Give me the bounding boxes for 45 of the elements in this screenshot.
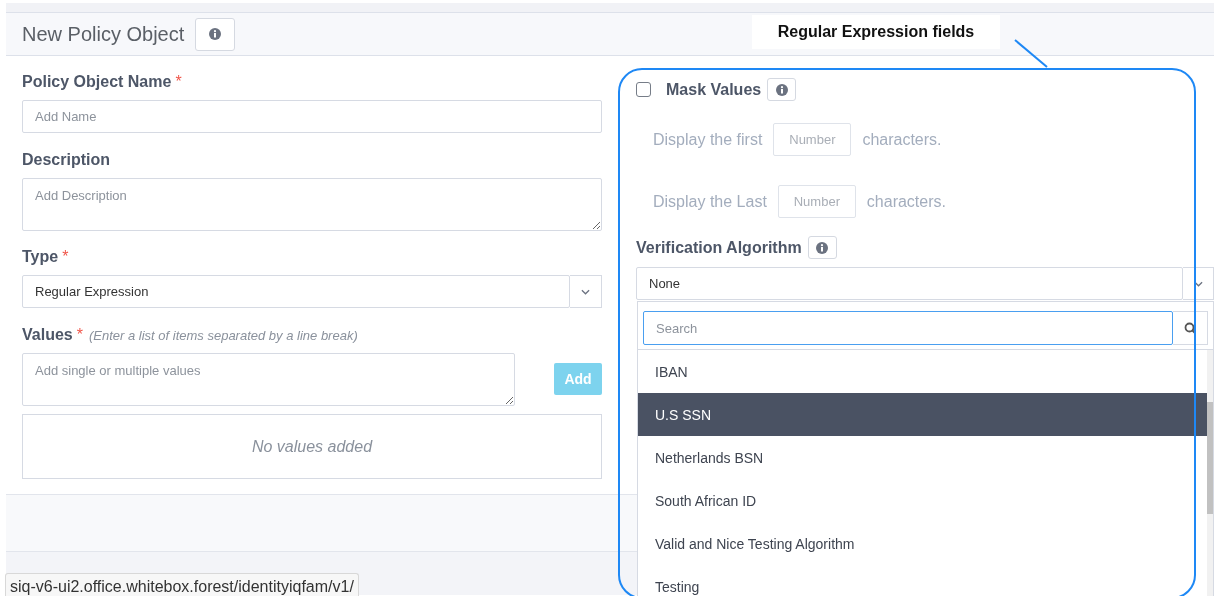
field-label: characters. (862, 130, 942, 149)
dropdown-option[interactable]: Testing (638, 565, 1207, 596)
caret-icon (1193, 280, 1203, 287)
mask-checkbox[interactable] (636, 82, 651, 97)
dropdown-option[interactable]: South African ID (638, 479, 1207, 522)
status-url: siq-v6-ui2.office.whitebox.forest/identityiqfam/v1/ (5, 573, 359, 596)
algorithm-select[interactable]: None (636, 267, 1183, 300)
field-label: Type (22, 248, 59, 266)
info-icon (775, 83, 788, 96)
caret-icon (581, 288, 590, 295)
required-mark: * (175, 73, 182, 91)
page-title: New Policy Object (22, 22, 185, 46)
field-label: Policy Object Name (22, 73, 172, 91)
values-input[interactable]: Add single or multiple values (22, 353, 515, 406)
annotation-label: Regular Expression fields (752, 15, 1000, 49)
search-button[interactable] (1173, 311, 1208, 345)
scrollbar[interactable] (1207, 350, 1213, 596)
dropdown-option[interactable]: Valid and Nice Testing Algorithm (638, 522, 1207, 565)
dropdown-option[interactable]: IBAN (638, 350, 1207, 393)
description-input[interactable]: Add Description (22, 178, 602, 231)
name-input[interactable]: Add Name (22, 100, 602, 133)
field-label: Display the Last (653, 192, 767, 211)
dropdown-option[interactable]: Netherlands BSN (638, 436, 1207, 479)
field-hint: (Enter a list of items separated by a line break) (88, 327, 358, 343)
field-label: characters. (866, 192, 946, 211)
info-icon (816, 241, 829, 254)
dropdown-button[interactable] (1183, 267, 1214, 300)
info-button[interactable] (767, 78, 797, 101)
type-select[interactable]: Regular Expression (22, 275, 570, 308)
info-button[interactable] (807, 236, 837, 259)
field-label: Display the first (653, 130, 763, 149)
scrollbar-thumb[interactable] (1207, 402, 1213, 514)
required-mark: * (76, 326, 83, 344)
dropdown-option[interactable]: U.S SSN (638, 393, 1207, 436)
info-icon (209, 28, 222, 40)
field-label: Values (22, 326, 73, 344)
required-mark: * (62, 248, 69, 266)
search-icon (1184, 322, 1196, 334)
field-label: Description (22, 151, 110, 169)
field-label: Mask Values (666, 80, 762, 99)
field-label: Verification Algorithm (636, 238, 802, 257)
empty-message: No values added (251, 437, 373, 456)
leader-line (1014, 39, 1048, 68)
info-button[interactable] (195, 17, 236, 51)
search-input[interactable]: Search (643, 311, 1173, 345)
